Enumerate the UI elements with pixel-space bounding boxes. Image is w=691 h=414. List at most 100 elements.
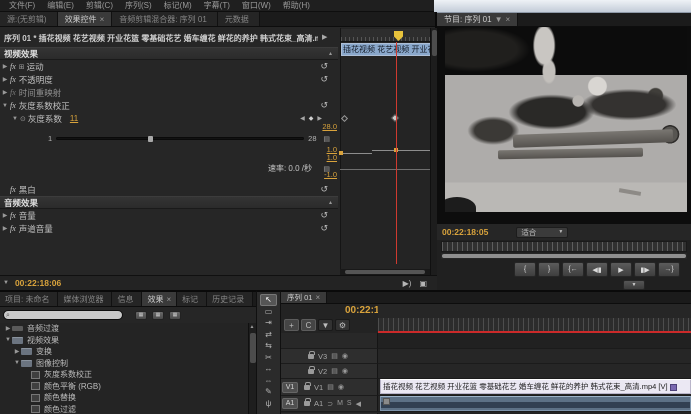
- value-graph-box-icon[interactable]: ▤: [323, 135, 330, 143]
- scroll-up-arrow-icon[interactable]: ▲: [248, 323, 256, 331]
- zoom-level-dropdown[interactable]: 适合 ▼: [516, 226, 569, 238]
- tab-sequence-01[interactable]: 序列 01 ×: [281, 292, 328, 303]
- track-select-tool[interactable]: ▭: [260, 306, 277, 318]
- pen-tool[interactable]: ✎: [260, 386, 277, 398]
- audio-effects-section-header[interactable]: 音频效果 ▴: [0, 196, 338, 209]
- timeline-settings-button[interactable]: ⚙: [335, 319, 350, 331]
- filter-accelerated-effects-icon[interactable]: ▦: [135, 310, 147, 320]
- rolling-edit-tool[interactable]: ⇄: [260, 329, 277, 341]
- timeline-ruler-ticks[interactable]: [378, 318, 691, 331]
- effect-controls-vscrollbar[interactable]: [430, 28, 437, 275]
- hand-tool[interactable]: ψ: [260, 398, 277, 410]
- tree-item-color-balance[interactable]: 颜色平衡 (RGB): [0, 381, 248, 393]
- add-marker-button[interactable]: ▼: [318, 319, 333, 331]
- source-track-indicator-v1[interactable]: V1: [282, 381, 298, 393]
- effect-row-volume[interactable]: ▶ fx 音量 ↺: [0, 209, 338, 222]
- slip-tool[interactable]: ↔: [260, 363, 277, 375]
- graph-lower-value[interactable]: 1.0: [0, 154, 337, 162]
- program-mini-ruler[interactable]: [441, 241, 687, 252]
- graph-max-value[interactable]: 28.0: [0, 123, 337, 131]
- selected-clip-bar[interactable]: 插花视频 花艺视频 开业花篮 零: [341, 43, 431, 56]
- lock-icon[interactable]: [308, 350, 315, 359]
- program-scrollbar[interactable]: [441, 253, 687, 259]
- tab-audio-clip-mixer[interactable]: 音频剪辑混合器: 序列 01: [112, 12, 218, 26]
- twirl-icon[interactable]: ▶: [13, 348, 21, 355]
- tree-item-image-control[interactable]: ▼ 图像控制: [0, 358, 248, 370]
- ec-timeline-view-toggle[interactable]: ▶: [322, 33, 327, 41]
- tree-item-gamma-correction[interactable]: 灰度系数校正: [0, 369, 248, 381]
- timeline-ruler[interactable]: [378, 304, 691, 318]
- dropdown-icon[interactable]: ▼: [495, 15, 503, 24]
- tab-metadata[interactable]: 元数据: [217, 12, 260, 26]
- collapse-arrow-icon[interactable]: ▴: [329, 199, 332, 206]
- collapse-arrow-icon[interactable]: ▴: [329, 50, 332, 57]
- mark-in-button[interactable]: {: [514, 262, 536, 277]
- reset-effect-icon[interactable]: ↺: [320, 74, 328, 85]
- menu-item[interactable]: 文件(F): [4, 0, 40, 11]
- tab-info[interactable]: 信息: [112, 292, 143, 306]
- toggle-track-output-eye-icon[interactable]: ◉: [342, 352, 348, 360]
- effects-tree-scrollbar[interactable]: [248, 323, 256, 414]
- tab-markers[interactable]: 标记: [177, 292, 208, 306]
- scroll-thumb[interactable]: [345, 270, 425, 274]
- a1-audio-clip[interactable]: [380, 396, 691, 411]
- ripple-edit-tool[interactable]: ⇥: [260, 317, 277, 329]
- effect-row-gamma-correction[interactable]: ▼ fx 灰度系数校正 ↺: [0, 99, 338, 112]
- reset-effect-icon[interactable]: ↺: [320, 61, 328, 72]
- tab-close-icon[interactable]: ×: [166, 295, 171, 304]
- gamma-slider[interactable]: [56, 136, 305, 142]
- v1-video-clip[interactable]: 插花视频 花艺视频 开业花篮 零基础花艺 婚车缠花 鲜花的养护 韩式花束_高清.…: [380, 379, 691, 394]
- lock-icon[interactable]: [304, 381, 311, 390]
- solo-track-button[interactable]: S: [347, 400, 352, 407]
- reset-effect-icon[interactable]: ↺: [320, 184, 328, 195]
- step-forward-button[interactable]: ▮▶: [634, 262, 656, 277]
- track-output-icon[interactable]: ⊃: [327, 400, 333, 408]
- menu-item[interactable]: 窗口(W): [237, 0, 276, 11]
- snap-button[interactable]: C: [301, 319, 316, 331]
- tree-item-color-pass[interactable]: 颜色过滤: [0, 404, 248, 414]
- program-timecode[interactable]: 00:22:18:05: [442, 227, 488, 237]
- lock-icon[interactable]: [304, 398, 311, 406]
- twirl-icon[interactable]: ▼: [4, 337, 12, 343]
- rate-stretch-tool[interactable]: ⇆: [260, 340, 277, 352]
- graph-upper-value[interactable]: 1.0: [0, 146, 337, 154]
- effect-row-motion[interactable]: ▶ fx ⊞ 运动 ↺: [0, 60, 338, 73]
- snapshot-icon[interactable]: ▣: [419, 279, 427, 288]
- reset-effect-icon[interactable]: ↺: [320, 223, 328, 234]
- tab-close-icon[interactable]: ×: [506, 15, 511, 24]
- play-audio-icon[interactable]: ▶): [403, 279, 412, 288]
- prev-keyframe-icon[interactable]: ◀: [300, 115, 305, 122]
- mark-out-button[interactable]: }: [538, 262, 560, 277]
- tab-close-icon[interactable]: ×: [100, 15, 105, 24]
- tab-project[interactable]: 项目: 未命名: [0, 292, 59, 306]
- toggle-animation-stopwatch-icon[interactable]: ⊙: [20, 115, 26, 123]
- keyframe-point[interactable]: [339, 151, 343, 155]
- source-track-indicator-a1[interactable]: A1: [282, 398, 298, 409]
- twirl-icon[interactable]: ▶: [4, 325, 12, 332]
- track-style-icon[interactable]: ▤: [327, 383, 334, 391]
- selection-tool[interactable]: ↖: [260, 294, 277, 306]
- add-edit-button[interactable]: +: [284, 319, 299, 331]
- tree-item-color-replace[interactable]: 颜色替换: [0, 392, 248, 404]
- twirl-icon[interactable]: ▼: [13, 360, 21, 366]
- menu-item[interactable]: 编辑(E): [42, 0, 79, 11]
- tab-history[interactable]: 历史记录: [207, 292, 254, 306]
- graph-min-value[interactable]: -1.0: [0, 171, 337, 179]
- tab-effects[interactable]: 效果 ×: [142, 292, 178, 306]
- mini-timeline-ruler[interactable]: [341, 29, 431, 42]
- filter-32bit-color-icon[interactable]: ▦: [152, 310, 164, 320]
- menu-item[interactable]: 标记(M): [159, 0, 197, 11]
- tab-close-icon[interactable]: ×: [315, 293, 320, 302]
- effect-row-channel-volume[interactable]: ▶ fx 声道音量 ↺: [0, 222, 338, 235]
- video-effects-section-header[interactable]: 视频效果 ▴: [0, 47, 338, 60]
- track-style-icon[interactable]: ▤: [331, 352, 338, 360]
- step-back-button[interactable]: ◀▮: [586, 262, 608, 277]
- filter-yuv-effects-icon[interactable]: ▦: [169, 310, 181, 320]
- reset-effect-icon[interactable]: ↺: [320, 210, 328, 221]
- effect-row-black-white[interactable]: fx 黑白 ↺: [0, 183, 338, 196]
- menu-item[interactable]: 剪辑(C): [81, 0, 118, 11]
- menu-item[interactable]: 字幕(T): [199, 0, 235, 11]
- toggle-track-output-eye-icon[interactable]: ◉: [338, 383, 344, 391]
- toggle-track-output-eye-icon[interactable]: ◉: [342, 367, 348, 375]
- effect-controls-timecode[interactable]: 00:22:18:06: [15, 278, 61, 288]
